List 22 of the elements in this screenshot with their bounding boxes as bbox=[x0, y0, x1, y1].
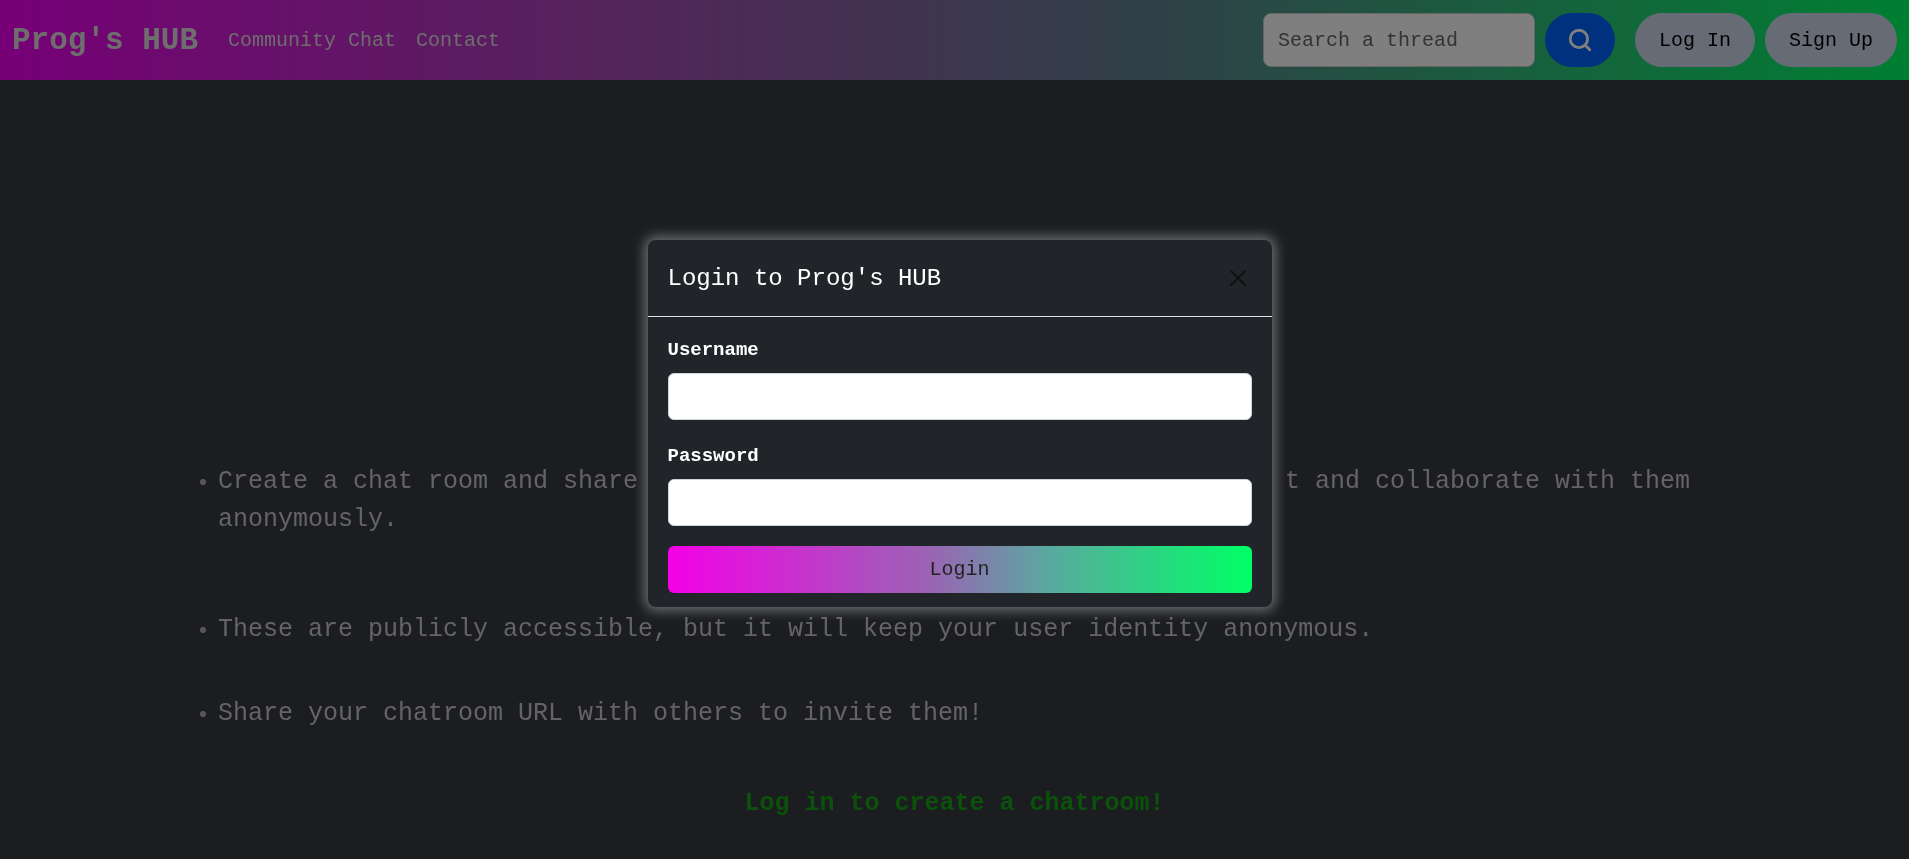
bullet-text: Share your chatroom URL with others to invite them! bbox=[218, 698, 984, 730]
field-label: Username bbox=[667, 339, 760, 361]
bullet-dot bbox=[200, 627, 206, 633]
log-in-nav-button[interactable]: Log In bbox=[1634, 13, 1755, 67]
search-icon bbox=[1566, 27, 1593, 53]
search-button[interactable] bbox=[1544, 13, 1615, 67]
submit-button[interactable]: Login bbox=[667, 546, 1252, 593]
bullet-text: These are publicly accessible, but it will keep your user identity anonymous. bbox=[218, 614, 1374, 646]
input-field[interactable] bbox=[667, 479, 1252, 526]
dialog-title: Login to Prog's HUB bbox=[667, 264, 942, 292]
nav-link[interactable]: Contact bbox=[416, 28, 501, 52]
bullet-text: Create a chat room and share bbox=[218, 466, 639, 498]
field-label: Password bbox=[667, 445, 760, 467]
bullet-dot bbox=[200, 479, 206, 485]
bullet-text: t and collaborate with them bbox=[1284, 466, 1690, 498]
bullet-text: anonymously. bbox=[218, 504, 399, 536]
search-field[interactable]: Search a thread bbox=[1262, 13, 1535, 67]
bullet-dot bbox=[200, 711, 206, 717]
nav-link[interactable]: Community Chat bbox=[228, 28, 397, 52]
sign-up-nav-button[interactable]: Sign Up bbox=[1765, 13, 1897, 67]
input-field[interactable] bbox=[667, 373, 1252, 420]
brand-logo[interactable]: Prog's HUB bbox=[12, 22, 199, 58]
